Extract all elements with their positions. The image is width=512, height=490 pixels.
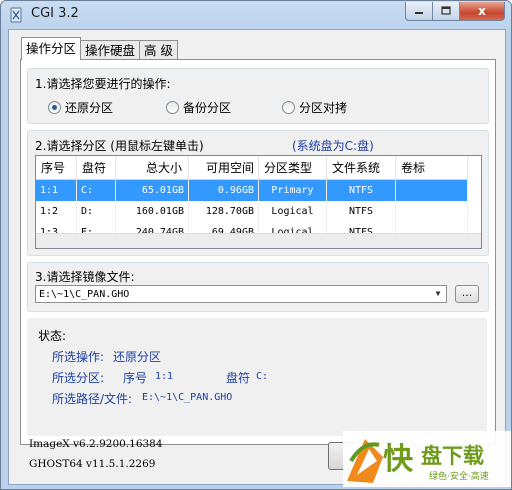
tab-operate-disk[interactable]: 操作硬盘 [80, 40, 141, 60]
column-header-index[interactable]: 序号 [36, 156, 77, 180]
caption-buttons: x [405, 2, 505, 21]
column-header-label[interactable]: 卷标 [395, 156, 468, 180]
maximize-button[interactable] [433, 2, 460, 21]
tab-operate-partition[interactable]: 操作分区 [21, 37, 82, 60]
cell-drive: D: [76, 201, 116, 222]
column-header-fs[interactable]: 文件系统 [326, 156, 396, 180]
status-drive-label: 盘符 [226, 371, 251, 385]
window-title: CGI 3.2 [31, 6, 79, 21]
operation-group: 1.请选择您要进行的操作: 还原分区 备份分区 分区对拷 [27, 68, 489, 124]
cell-free: 0.96GB [188, 179, 259, 201]
status-index-value: 1:1 [155, 371, 174, 382]
radio-dot [166, 101, 179, 114]
chevron-down-icon[interactable]: ▼ [430, 286, 446, 302]
horizontal-scrollbar[interactable] [36, 233, 481, 248]
watermark-logo: 快 盘下载 绿色·安全·高速 [343, 431, 511, 487]
status-partition-label: 所选分区: [52, 371, 105, 385]
client-area: 操作分区 操作硬盘 高 级 1.请选择您要进行的操作: 还原分区 备份分区 分区… [8, 29, 506, 485]
cell-label [395, 201, 468, 222]
image-file-value: E:\~1\C_PAN.GHO [39, 289, 130, 300]
system-drive-note: (系统盘为C:盘) [292, 139, 374, 153]
cell-fs: NTFS [326, 179, 396, 201]
imagex-version: ImageX v6.2.9200.16384 [29, 438, 163, 450]
radio-label: 分区对拷 [299, 101, 348, 115]
cell-total: 65.01GB [115, 179, 189, 201]
radio-restore-partition[interactable]: 还原分区 [48, 99, 113, 116]
status-drive-value: C: [256, 371, 269, 382]
maximize-icon [441, 6, 451, 15]
column-header-drive[interactable]: 盘符 [76, 156, 116, 180]
close-button[interactable]: x [460, 2, 505, 21]
tab-advanced[interactable]: 高 级 [139, 40, 179, 60]
table-row[interactable]: 1:2 D: 160.01GB 128.70GB Logical NTFS [36, 201, 468, 222]
cell-index: 1:2 [36, 201, 77, 222]
radio-dot [282, 101, 295, 114]
close-icon: x [478, 4, 486, 18]
status-operation-label: 所选操作: [52, 350, 105, 364]
minimize-icon [415, 12, 423, 14]
radio-label: 还原分区 [65, 101, 114, 115]
image-file-group: 3.请选择镜像文件: E:\~1\C_PAN.GHO ▼ ... [27, 262, 489, 312]
cell-label [395, 179, 468, 201]
app-window: CGI 3.2 x 操作分区 操作硬盘 高 级 1.请选择您要进行的操作: 还原… [0, 0, 512, 490]
watermark-brand-text: 盘下载 [421, 444, 484, 468]
watermark-logo-graphic: 快 盘下载 绿色·安全·高速 [347, 439, 489, 483]
watermark-brand-char: 快 [383, 442, 414, 477]
partition-group: 2.请选择分区 (用鼠标左键单击) (系统盘为C:盘) 序号 盘符 总大小 可用… [27, 130, 489, 256]
partition-label: 2.请选择分区 (用鼠标左键单击) [35, 139, 204, 153]
column-header-type[interactable]: 分区类型 [258, 156, 327, 180]
cell-total: 160.01GB [115, 201, 189, 222]
tab-strip: 操作分区 操作硬盘 高 级 [21, 37, 179, 60]
title-bar[interactable]: CGI 3.2 x [1, 1, 511, 29]
status-operation-value: 还原分区 [113, 350, 162, 364]
status-group: 状态: 所选操作: 还原分区 所选分区: 序号 1:1 盘符 C: 所选路径/文… [27, 318, 487, 436]
cell-fs: NTFS [326, 201, 396, 222]
ghost-version: GHOST64 v11.5.1.2269 [29, 458, 156, 470]
cell-type: Primary [258, 179, 327, 201]
status-path-value: E:\~1\C_PAN.GHO [142, 392, 233, 403]
minimize-button[interactable] [405, 2, 433, 21]
partition-list[interactable]: 序号 盘符 总大小 可用空间 分区类型 文件系统 卷标 1:1 C: 65.01… [35, 155, 482, 249]
cell-index: 1:1 [36, 179, 77, 201]
image-file-combo[interactable]: E:\~1\C_PAN.GHO ▼ [35, 285, 447, 303]
status-label: 状态: [38, 329, 67, 343]
radio-label: 备份分区 [183, 101, 232, 115]
browse-button[interactable]: ... [455, 285, 479, 303]
cell-free: 128.70GB [188, 201, 259, 222]
radio-copy-partition[interactable]: 分区对拷 [282, 99, 347, 116]
radio-dot-selected [48, 101, 61, 114]
cell-type: Logical [258, 201, 327, 222]
table-row[interactable]: 1:1 C: 65.01GB 0.96GB Primary NTFS [36, 179, 468, 201]
radio-backup-partition[interactable]: 备份分区 [166, 99, 231, 116]
watermark-slogan: 绿色·安全·高速 [429, 470, 489, 482]
image-file-label: 3.请选择镜像文件: [35, 270, 135, 284]
status-path-label: 所选路径/文件: [52, 392, 133, 406]
column-header-total[interactable]: 总大小 [115, 156, 189, 180]
status-index-label: 序号 [123, 371, 148, 385]
column-header-free[interactable]: 可用空间 [188, 156, 259, 180]
app-icon [10, 7, 22, 23]
operation-label: 1.请选择您要进行的操作: [35, 77, 171, 91]
cell-drive: C: [76, 179, 116, 201]
tab-panel: 1.请选择您要进行的操作: 还原分区 备份分区 分区对拷 2.请选择分区 (用鼠… [20, 59, 496, 445]
